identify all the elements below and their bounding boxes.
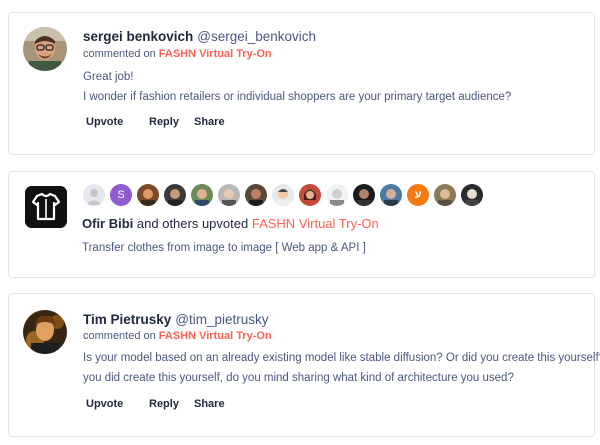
voter-avatar[interactable]: S	[110, 184, 132, 206]
upvote-button[interactable]: Upvote	[86, 116, 149, 128]
reply-button[interactable]: Reply	[149, 398, 194, 410]
voter-initial: ע	[414, 189, 422, 201]
voter-avatar[interactable]	[164, 184, 186, 206]
voter-avatars: S ע	[83, 184, 483, 206]
product-link[interactable]: FASHN Virtual Try-On	[159, 330, 272, 342]
user-handle[interactable]: @sergei_benkovich	[197, 29, 316, 44]
voter-avatar[interactable]	[299, 184, 321, 206]
voter-avatar[interactable]	[218, 184, 240, 206]
voter-avatar[interactable]	[245, 184, 267, 206]
upvote-card: S ע Ofir Bibi and others upvoted FASHN V…	[8, 171, 595, 278]
user-handle[interactable]: @tim_pietrusky	[175, 312, 268, 327]
meta-prefix: commented on	[83, 330, 156, 342]
upvote-middle-text: and others upvoted	[136, 216, 249, 231]
comment-body: Great job! I wonder if fashion retailers…	[83, 67, 511, 107]
upvote-button[interactable]: Upvote	[86, 398, 149, 410]
comment-line: you did create this yourself, do you min…	[83, 372, 514, 384]
product-logo[interactable]	[25, 186, 67, 228]
comment-line: Great job!	[83, 71, 134, 83]
voter-avatar[interactable]	[461, 184, 483, 206]
product-link[interactable]: FASHN Virtual Try-On	[159, 48, 272, 60]
voter-avatar[interactable]	[137, 184, 159, 206]
upvoter-name[interactable]: Ofir Bibi	[82, 216, 133, 231]
avatar[interactable]	[23, 310, 67, 354]
username[interactable]: sergei benkovich	[83, 29, 193, 44]
comment-meta: commented on FASHN Virtual Try-On	[83, 330, 272, 342]
comment-actions: Upvote Reply Share	[86, 116, 225, 128]
comment-card: sergei benkovich @sergei_benkovich commen…	[8, 12, 595, 155]
username-line: sergei benkovich @sergei_benkovich	[83, 29, 316, 44]
meta-prefix: commented on	[83, 48, 156, 60]
avatar[interactable]	[23, 27, 67, 71]
comment-line: Is your model based on an already existi…	[83, 352, 600, 364]
comment-line: I wonder if fashion retailers or individ…	[83, 91, 512, 103]
voter-avatar[interactable]	[191, 184, 213, 206]
share-button[interactable]: Share	[194, 116, 225, 128]
voter-avatar[interactable]	[380, 184, 402, 206]
share-button[interactable]: Share	[194, 398, 225, 410]
voter-initial: S	[117, 189, 125, 201]
username[interactable]: Tim Pietrusky	[83, 312, 171, 327]
voter-avatar[interactable]: ע	[407, 184, 429, 206]
voter-avatar[interactable]	[434, 184, 456, 206]
username-line: Tim Pietrusky @tim_pietrusky	[83, 312, 269, 327]
reply-button[interactable]: Reply	[149, 116, 194, 128]
voter-avatar[interactable]	[272, 184, 294, 206]
upvote-summary: Ofir Bibi and others upvoted FASHN Virtu…	[82, 216, 379, 231]
comment-card: Tim Pietrusky @tim_pietrusky commented on…	[8, 293, 600, 437]
product-link[interactable]: FASHN Virtual Try-On	[252, 216, 379, 231]
product-description: Transfer clothes from image to image [ W…	[82, 242, 366, 254]
comment-actions: Upvote Reply Share	[86, 398, 225, 410]
voter-avatar[interactable]	[83, 184, 105, 206]
voter-avatar[interactable]	[353, 184, 375, 206]
comment-body: Is your model based on an already existi…	[83, 348, 600, 388]
comment-meta: commented on FASHN Virtual Try-On	[83, 48, 272, 60]
voter-avatar[interactable]	[326, 184, 348, 206]
